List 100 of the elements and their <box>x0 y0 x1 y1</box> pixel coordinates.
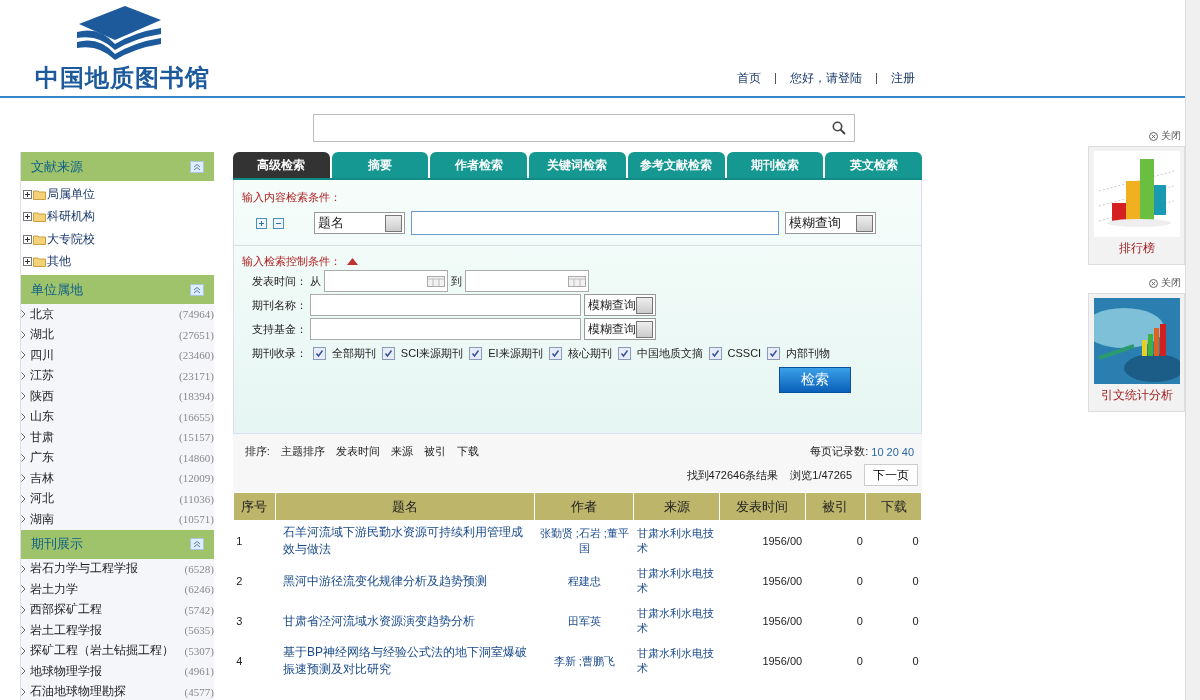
tab[interactable]: 参考文献检索 <box>627 152 725 178</box>
sidebar-link[interactable]: 甘肃 <box>30 428 175 446</box>
column-header: 被引 <box>805 492 866 521</box>
checkbox-label: SCI来源期刊 <box>400 345 464 361</box>
sidebar-link[interactable]: 河北 <box>30 490 176 508</box>
sidebar-link[interactable]: 岩土工程学报 <box>30 621 181 639</box>
checkbox[interactable] <box>708 346 722 360</box>
date-field[interactable] <box>323 270 448 292</box>
title-link[interactable]: 石羊河流域下游民勤水资源可持续利用管理成效与做法 <box>275 520 535 561</box>
source-link[interactable]: 甘肃水利水电技术 <box>633 601 720 641</box>
sidebar-link[interactable]: 岩土力学 <box>30 580 181 598</box>
sidebar-link[interactable]: 广东 <box>30 449 175 467</box>
sidebar-link[interactable]: 陕西 <box>30 387 175 405</box>
sort-link[interactable]: 主题排序 <box>280 444 325 459</box>
collapse-icon[interactable] <box>189 160 204 173</box>
per-page-label: 每页记录数: <box>810 444 869 459</box>
checkbox[interactable] <box>548 346 562 360</box>
title-link[interactable]: 黑河中游径流变化规律分析及趋势预测 <box>275 561 535 601</box>
field-select[interactable]: 题名 <box>313 212 405 234</box>
checkbox-label: EI来源期刊 <box>488 345 543 361</box>
chevron-icon <box>21 605 26 614</box>
sidebar-link[interactable]: 地球物理学报 <box>30 662 181 680</box>
source-link[interactable]: 甘肃水利水电技术 <box>633 561 720 601</box>
count: (12009) <box>178 472 214 485</box>
search-icon[interactable] <box>832 121 846 135</box>
match-select[interactable]: 模糊查询 <box>583 294 656 316</box>
tab[interactable]: 作者检索 <box>430 152 528 178</box>
sidebar-link[interactable]: 山东 <box>30 408 175 426</box>
chevron-icon <box>21 371 26 380</box>
close-link[interactable]: 关闭 <box>1161 129 1181 143</box>
journal-input[interactable] <box>309 294 581 316</box>
source-link[interactable]: 甘肃水利水电技术 <box>633 641 720 681</box>
nav-link[interactable]: 注册 <box>891 70 915 87</box>
keyword-input[interactable] <box>410 211 779 235</box>
count: (23460) <box>178 349 214 362</box>
collapse-arrow-icon[interactable] <box>346 258 358 265</box>
checkbox[interactable] <box>469 346 483 360</box>
column-header: 序号 <box>233 492 276 521</box>
sidebar-link[interactable]: 湖北 <box>30 326 175 344</box>
count: (4577) <box>184 685 214 698</box>
sidebar-link[interactable]: 石油地球物理勘探 <box>30 683 181 700</box>
tab[interactable]: 摘要 <box>331 152 429 178</box>
checkbox[interactable] <box>381 346 395 360</box>
remove-icon[interactable] <box>272 217 284 229</box>
collapse-icon[interactable] <box>189 283 204 296</box>
widget-card[interactable]: 引文统计分析 <box>1088 293 1185 412</box>
expand-icon[interactable] <box>23 212 32 222</box>
sidebar-link[interactable]: 岩石力学与工程学报 <box>30 560 181 578</box>
expand-icon[interactable] <box>23 257 32 267</box>
tab[interactable]: 高级检索 <box>232 152 330 178</box>
tree-item[interactable]: 大专院校 <box>47 230 95 248</box>
sidebar-link[interactable]: 四川 <box>30 346 175 364</box>
next-page-button[interactable]: 下一页 <box>864 464 919 486</box>
tree-item[interactable]: 其他 <box>47 253 71 271</box>
tab[interactable]: 关键词检索 <box>529 152 626 178</box>
sidebar-link[interactable]: 北京 <box>30 305 175 323</box>
checkbox[interactable] <box>767 346 781 360</box>
close-icon[interactable] <box>1149 278 1158 288</box>
add-icon[interactable] <box>255 217 267 229</box>
sort-link[interactable]: 来源 <box>390 444 413 459</box>
title-link[interactable]: 基于BP神经网络与经验公式法的地下洞室爆破振速预测及对比研究 <box>275 641 535 681</box>
tab[interactable]: 期刊检索 <box>726 152 824 178</box>
expand-icon[interactable] <box>23 189 32 199</box>
sort-link[interactable]: 发表时间 <box>335 444 380 459</box>
date-field[interactable] <box>464 270 589 292</box>
sort-link[interactable]: 被引 <box>423 444 446 459</box>
scrollbar[interactable] <box>1185 0 1200 700</box>
source-link[interactable]: 甘肃水利水电技术 <box>633 520 720 561</box>
sidebar-link[interactable]: 吉林 <box>30 469 175 487</box>
nav-link[interactable]: 您好，请登陆 <box>790 70 862 87</box>
tree-item[interactable]: 科研机构 <box>47 208 95 226</box>
sidebar-link[interactable]: 探矿工程（岩土钻掘工程） <box>30 642 181 660</box>
per-page-link[interactable]: 10 <box>871 445 884 458</box>
checkbox[interactable] <box>617 346 631 360</box>
sidebar-link[interactable]: 西部探矿工程 <box>30 601 181 619</box>
checkbox-label: 核心期刊 <box>567 345 612 361</box>
checkbox[interactable] <box>312 346 326 360</box>
widget-card[interactable]: 排行榜 <box>1088 146 1185 265</box>
match-select[interactable]: 模糊查询 <box>583 318 656 340</box>
sort-link[interactable]: 下载 <box>456 444 479 459</box>
per-page-link[interactable]: 20 <box>886 445 899 458</box>
close-link[interactable]: 关闭 <box>1161 276 1181 290</box>
close-icon[interactable] <box>1149 131 1158 141</box>
fund-input[interactable] <box>309 318 581 340</box>
nav-link[interactable]: 首页 <box>737 70 761 87</box>
expand-icon[interactable] <box>23 234 32 244</box>
author-link[interactable]: 田军英 <box>534 601 634 641</box>
search-field[interactable] <box>313 114 855 142</box>
sidebar-link[interactable]: 湖南 <box>30 510 175 528</box>
per-page-link[interactable]: 40 <box>901 445 915 458</box>
author-link[interactable]: 李新 ;曹鹏飞 <box>534 641 634 681</box>
collapse-icon[interactable] <box>189 538 204 550</box>
match-select[interactable]: 模糊查询 <box>784 212 876 234</box>
tree-item[interactable]: 局属单位 <box>47 185 95 203</box>
tab[interactable]: 英文检索 <box>825 152 923 178</box>
search-button[interactable]: 检索 <box>779 367 852 393</box>
title-link[interactable]: 甘肃省泾河流域水资源演变趋势分析 <box>275 601 535 641</box>
author-link[interactable]: 张勤贤 ;石岩 ;董平国 <box>534 520 634 561</box>
sidebar-link[interactable]: 江苏 <box>30 367 175 385</box>
author-link[interactable]: 程建忠 <box>534 561 634 601</box>
